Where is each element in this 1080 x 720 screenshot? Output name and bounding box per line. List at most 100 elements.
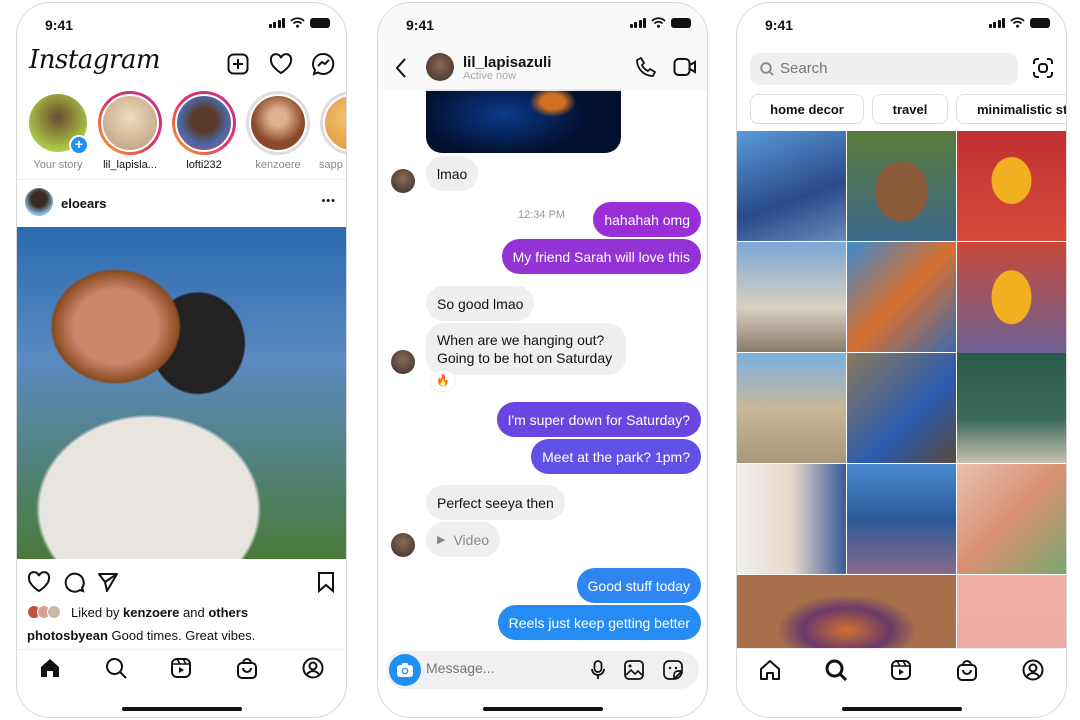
- explore-tile[interactable]: [847, 353, 956, 463]
- message-sent[interactable]: I'm super down for Saturday?: [496, 402, 701, 437]
- video-call-icon[interactable]: [673, 57, 697, 77]
- search-icon[interactable]: [825, 659, 847, 681]
- avatar: [175, 94, 233, 152]
- explore-tile[interactable]: [957, 464, 1066, 574]
- phone-chat: 9:41 lil_lapisazuli Active now lmao 12:3…: [377, 2, 708, 718]
- post-photo[interactable]: [17, 227, 346, 559]
- message-composer: [386, 651, 699, 689]
- story-item[interactable]: sapp: [319, 91, 346, 171]
- home-icon[interactable]: [39, 657, 61, 679]
- search-bar[interactable]: [750, 53, 1018, 85]
- comment-icon[interactable]: [63, 571, 85, 593]
- battery-icon: [310, 17, 330, 28]
- message-received[interactable]: So good lmao: [426, 286, 535, 321]
- avatar: [249, 94, 307, 152]
- status-icons: [268, 17, 330, 28]
- home-indicator: [121, 707, 242, 711]
- add-story-icon[interactable]: +: [69, 135, 89, 155]
- shop-icon[interactable]: [956, 659, 978, 681]
- story-item[interactable]: kenzoere: [245, 91, 311, 171]
- explore-tile[interactable]: [847, 242, 956, 352]
- explore-tile[interactable]: [737, 464, 846, 574]
- reels-icon[interactable]: [890, 659, 912, 681]
- profile-icon[interactable]: [302, 657, 324, 679]
- like-icon[interactable]: [27, 571, 51, 593]
- message-input[interactable]: [426, 660, 576, 676]
- message-received[interactable]: When are we hanging out? Going to be hot …: [426, 323, 626, 375]
- tab-bar: [17, 657, 346, 679]
- shop-icon[interactable]: [236, 657, 258, 679]
- home-icon[interactable]: [759, 659, 781, 681]
- sender-avatar: [391, 169, 415, 193]
- messenger-icon[interactable]: [311, 52, 335, 76]
- message-sent[interactable]: Reels just keep getting better: [497, 605, 701, 640]
- status-time: 9:41: [45, 17, 74, 33]
- message-received[interactable]: Perfect seeya then: [426, 485, 565, 520]
- explore-tile[interactable]: [737, 131, 846, 241]
- explore-tile[interactable]: [957, 353, 1066, 463]
- sticker-icon[interactable]: [663, 660, 683, 680]
- story-your-story[interactable]: + Your story: [25, 91, 91, 171]
- avatar: [47, 605, 61, 619]
- divider: [17, 179, 346, 180]
- video-message[interactable]: ▶ Video: [426, 522, 501, 557]
- story-item[interactable]: lil_lapisla...: [97, 91, 163, 171]
- caption-text: Good times. Great vibes.: [107, 628, 256, 643]
- camera-button[interactable]: [389, 654, 421, 686]
- avatar: [323, 94, 346, 152]
- message-line: When are we hanging out?: [437, 332, 605, 348]
- explore-tile[interactable]: [737, 242, 846, 352]
- story-item[interactable]: lofti232: [171, 91, 237, 171]
- chip-minimalistic-style[interactable]: minimalistic sty: [956, 94, 1066, 124]
- share-icon[interactable]: [97, 571, 119, 593]
- reels-icon[interactable]: [170, 657, 192, 679]
- status-time: 9:41: [765, 17, 794, 33]
- chip-travel[interactable]: travel: [872, 94, 948, 124]
- post-username[interactable]: eloears: [61, 196, 107, 211]
- gallery-icon[interactable]: [624, 660, 644, 680]
- message-received[interactable]: lmao: [426, 156, 479, 191]
- avatar: [101, 94, 159, 152]
- phone-feed: 9:41 Instagram + Your story lil_lapisla.…: [16, 2, 347, 718]
- story-label: lofti232: [186, 159, 222, 171]
- play-icon: ▶: [437, 534, 446, 546]
- liked-and: and: [179, 605, 209, 620]
- microphone-icon[interactable]: [590, 660, 606, 680]
- liked-user[interactable]: kenzoere: [123, 605, 179, 620]
- shared-image[interactable]: [426, 89, 621, 153]
- home-indicator: [482, 707, 603, 711]
- story-ring: [320, 91, 346, 155]
- explore-tile[interactable]: [957, 131, 1066, 241]
- status-icons: [988, 17, 1050, 28]
- explore-tile[interactable]: [847, 131, 956, 241]
- message-sent[interactable]: Good stuff today: [576, 568, 701, 603]
- wifi-icon: [290, 17, 305, 28]
- liked-by-text[interactable]: Liked by kenzoere and others: [71, 605, 248, 620]
- back-icon[interactable]: [394, 57, 408, 79]
- scan-icon[interactable]: [1032, 57, 1054, 79]
- phone-call-icon[interactable]: [635, 56, 657, 78]
- chat-username[interactable]: lil_lapisazuli: [463, 54, 551, 71]
- message-sent[interactable]: Meet at the park? 1pm?: [531, 439, 701, 474]
- profile-icon[interactable]: [1022, 659, 1044, 681]
- heart-icon[interactable]: [269, 53, 293, 75]
- post-avatar[interactable]: [25, 188, 53, 216]
- search-input[interactable]: [780, 60, 980, 77]
- message-sent[interactable]: hahahah omg: [593, 202, 701, 237]
- more-options-icon[interactable]: •••: [321, 195, 336, 207]
- caption-user[interactable]: photosbyean: [27, 628, 108, 643]
- chip-home-decor[interactable]: home decor: [750, 94, 864, 124]
- search-icon[interactable]: [105, 657, 127, 679]
- home-indicator: [841, 707, 962, 711]
- save-icon[interactable]: [317, 571, 335, 593]
- phone-explore: 9:41 home decor travel minimalistic sty: [736, 2, 1067, 718]
- explore-tile[interactable]: [847, 464, 956, 574]
- new-post-icon[interactable]: [227, 53, 249, 75]
- active-status: Active now: [463, 70, 517, 82]
- message-sent[interactable]: My friend Sarah will love this: [501, 239, 701, 274]
- liked-others[interactable]: others: [208, 605, 248, 620]
- explore-tile[interactable]: [737, 353, 846, 463]
- wifi-icon: [651, 17, 666, 28]
- chat-avatar[interactable]: [426, 53, 454, 81]
- reaction-fire[interactable]: 🔥: [430, 370, 456, 392]
